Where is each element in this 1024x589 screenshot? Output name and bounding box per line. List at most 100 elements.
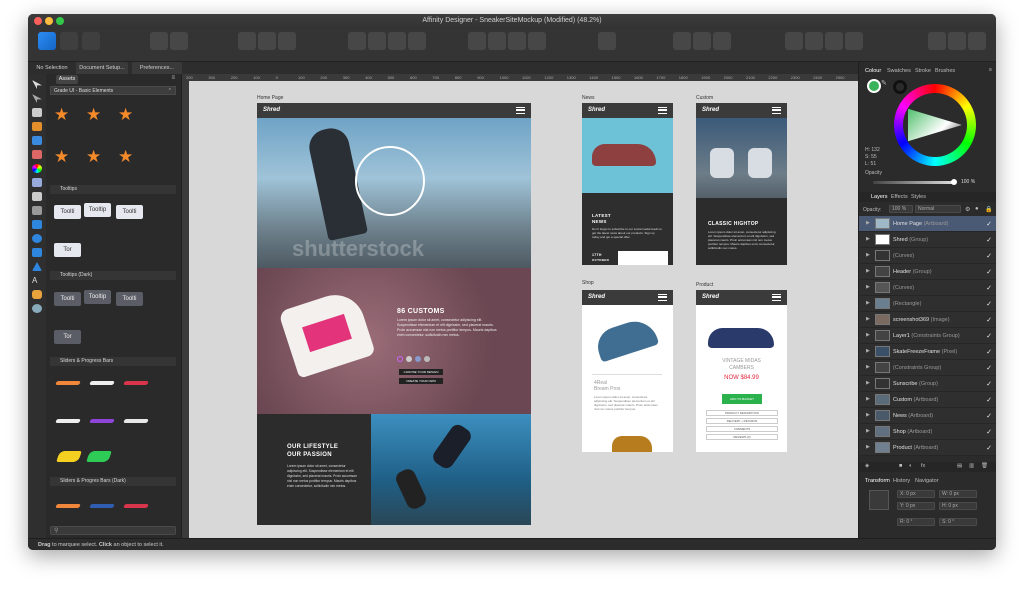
tooltip-asset[interactable]: Tor	[54, 243, 81, 257]
tab-swatches[interactable]: Swatches	[887, 68, 911, 74]
snapping-magnet-icon[interactable]	[713, 32, 731, 50]
layer-row[interactable]: ▶ Shop (Artboard) ✓	[859, 424, 996, 440]
progress-bar-asset[interactable]	[55, 381, 81, 385]
expand-arrow-icon[interactable]: ▶	[866, 316, 870, 322]
crop-tool-icon[interactable]	[32, 206, 42, 215]
expand-arrow-icon[interactable]: ▶	[866, 364, 870, 370]
visibility-checkbox[interactable]: ✓	[986, 220, 992, 228]
eyedropper-icon[interactable]: ✎	[881, 79, 889, 87]
ellipse-tool-icon[interactable]	[32, 234, 42, 243]
text-tool-icon[interactable]: A	[32, 276, 42, 285]
tooltip-dark-asset[interactable]: Toolti	[116, 292, 143, 306]
tab-effects[interactable]: Effects	[891, 194, 908, 200]
arrange-forward-icon[interactable]	[368, 32, 386, 50]
visibility-checkbox[interactable]: ✓	[986, 332, 992, 340]
progress-bar-dark-asset[interactable]	[89, 504, 115, 508]
opacity-slider-handle[interactable]	[951, 179, 957, 185]
boolean-divide-icon[interactable]	[845, 32, 863, 50]
color-wheel[interactable]	[894, 84, 976, 166]
rotate-right-icon[interactable]	[528, 32, 546, 50]
visibility-checkbox[interactable]: ✓	[986, 300, 992, 308]
tab-styles[interactable]: Styles	[911, 194, 926, 200]
settings-icon[interactable]: ⚙	[965, 206, 970, 213]
preferences-button[interactable]: Preferences...	[132, 62, 182, 74]
layer-row[interactable]: ▶ Layer1 (Constraints Group) ✓	[859, 328, 996, 344]
artboard-news[interactable]: Shred LATEST NEWS Don't forget to subscr…	[582, 103, 673, 265]
tooltip-dark-asset[interactable]: Tor	[54, 330, 81, 344]
tab-stroke[interactable]: Stroke	[915, 68, 931, 74]
tab-brushes[interactable]: Brushes	[935, 68, 955, 74]
arrange-front-icon[interactable]	[348, 32, 366, 50]
assets-search-input[interactable]: ⚲	[50, 526, 176, 535]
category-select[interactable]: Grade UI - Basic Elements ⌃	[50, 86, 176, 95]
flip-vertical-icon[interactable]	[488, 32, 506, 50]
tooltip-asset[interactable]: Toolti	[54, 205, 81, 219]
visibility-checkbox[interactable]: ✓	[986, 236, 992, 244]
shear-field[interactable]: S: 0 °	[939, 518, 977, 526]
expand-arrow-icon[interactable]: ▶	[866, 332, 870, 338]
expand-arrow-icon[interactable]: ▶	[866, 396, 870, 402]
lock-icon[interactable]: 🔒	[985, 206, 992, 213]
brush-tool-icon[interactable]	[32, 150, 42, 159]
expand-arrow-icon[interactable]: ▶	[866, 300, 870, 306]
layer-opacity-field[interactable]: 100 %	[889, 205, 913, 213]
assets-tab[interactable]: Assets	[56, 75, 78, 84]
user-icon[interactable]	[928, 32, 946, 50]
stroke-color-swatch[interactable]	[893, 80, 907, 94]
align-icon[interactable]	[598, 32, 616, 50]
mask-icon[interactable]: ■	[899, 463, 902, 469]
w-field[interactable]: W: 0 px	[939, 490, 977, 498]
pen-tool-icon[interactable]	[32, 122, 42, 131]
boolean-intersect-icon[interactable]	[825, 32, 843, 50]
expand-arrow-icon[interactable]: ▶	[866, 220, 870, 226]
panel-menu-icon[interactable]: ≡	[171, 75, 175, 81]
adjustment-icon[interactable]: ◐	[909, 463, 912, 469]
expand-arrow-icon[interactable]: ▶	[866, 444, 870, 450]
section-sliders[interactable]: Sliders & Progress Bars	[50, 357, 176, 366]
blend-mode-select[interactable]: Normal	[915, 205, 961, 213]
panel-menu-icon[interactable]: ≡	[989, 67, 992, 73]
pencil-tool-icon[interactable]	[32, 136, 42, 145]
x-field[interactable]: X: 0 px	[897, 490, 935, 498]
star-asset[interactable]: ★	[86, 148, 101, 165]
designer-persona-icon[interactable]	[38, 32, 56, 50]
add-layer-icon[interactable]: ▤	[957, 463, 962, 469]
fx-icon[interactable]: fx	[921, 463, 925, 469]
progress-bar-asset[interactable]	[123, 381, 149, 385]
tab-colour[interactable]: Colour	[865, 68, 881, 74]
progress-bar-asset[interactable]	[89, 381, 115, 385]
layer-row[interactable]: ▶ Header (Group) ✓	[859, 264, 996, 280]
arrange-backward-icon[interactable]	[388, 32, 406, 50]
section-sliders-dark[interactable]: Sliders & Progres Bars (Dark)	[50, 477, 176, 486]
progress-bar-asset[interactable]	[123, 419, 149, 423]
tab-transform[interactable]: Transform	[865, 478, 890, 484]
minimize-window-button[interactable]	[45, 17, 53, 25]
layer-row[interactable]: ▶ (Constraints Group) ✓	[859, 360, 996, 376]
snap-bounds-icon[interactable]	[278, 32, 296, 50]
y-field[interactable]: Y: 0 px	[897, 502, 935, 510]
artboard-shop[interactable]: Shred 4Real Bream Pros Lorem ipsum dolor…	[582, 290, 673, 452]
zoom-tool-icon[interactable]	[32, 304, 42, 313]
h-field[interactable]: H: 0 px	[939, 502, 977, 510]
star-asset[interactable]: ★	[54, 148, 69, 165]
hand-tool-icon[interactable]	[32, 290, 42, 299]
expand-arrow-icon[interactable]: ▶	[866, 236, 870, 242]
progress-bar-asset[interactable]	[89, 419, 115, 423]
progress-bar-dark-asset[interactable]	[55, 504, 81, 508]
document-setup-button[interactable]: Document Setup...	[76, 62, 128, 74]
zoom-window-button[interactable]	[56, 17, 64, 25]
rounded-rectangle-tool-icon[interactable]	[32, 248, 42, 257]
rotate-left-icon[interactable]	[508, 32, 526, 50]
expand-arrow-icon[interactable]: ▶	[866, 428, 870, 434]
layers-stack-icon[interactable]: ◈	[865, 463, 869, 469]
visibility-checkbox[interactable]: ✓	[986, 428, 992, 436]
progress-bar-asset[interactable]	[55, 419, 81, 423]
canvas[interactable]: Home Page shutterstock Shred 86 CUSTOMS …	[189, 81, 858, 538]
arrange-back-icon[interactable]	[408, 32, 426, 50]
snap-icon[interactable]	[238, 32, 256, 50]
layer-row[interactable]: ▶ News (Artboard) ✓	[859, 408, 996, 424]
rectangle-tool-icon[interactable]	[32, 220, 42, 229]
star-asset[interactable]: ★	[86, 106, 101, 123]
layer-row[interactable]: ▶ Shred (Group) ✓	[859, 232, 996, 248]
node-tool-icon[interactable]	[32, 94, 42, 103]
